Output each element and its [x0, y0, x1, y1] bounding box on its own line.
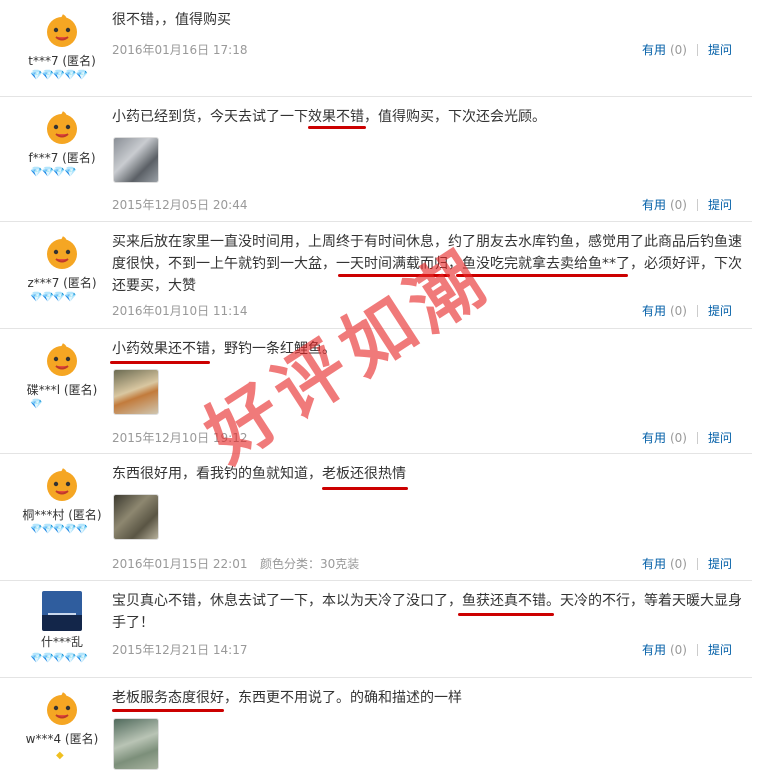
review-text: 东西很好用，看我钓的鱼就知道，老板还很热情 [112, 466, 406, 482]
avatar[interactable] [42, 591, 82, 631]
review-date: 2015年12月05日 20:44 [112, 198, 248, 212]
useful-count: (0) [669, 197, 687, 212]
username: 什***乱 [40, 635, 83, 649]
ask-button[interactable]: 提问 [708, 41, 732, 58]
rating-hearts: 💎💎💎💎💎 [30, 653, 88, 664]
username: w***4 (匿名) [25, 732, 99, 746]
useful-count: (0) [669, 303, 687, 318]
review-item: 什***乱 💎💎💎💎💎 宝贝真心不错，休息去试了一下，本以为天冷了没口了，鱼获还… [0, 581, 752, 678]
username: z***7 (匿名) [27, 276, 97, 290]
highlight-underline [322, 487, 408, 490]
user-avatar-icon [42, 591, 82, 631]
ask-button[interactable]: 提问 [708, 555, 732, 572]
divider [696, 431, 698, 444]
useful-button[interactable]: 有用 [642, 429, 666, 446]
ask-button[interactable]: 提问 [708, 641, 732, 658]
rating-hearts: 💎💎💎💎💎 [30, 524, 88, 535]
review-actions: 有用 (0) 提问 [642, 302, 732, 319]
useful-button[interactable]: 有用 [642, 196, 666, 213]
review-date: 2016年01月15日 22:01 [112, 557, 248, 571]
useful-button[interactable]: 有用 [642, 302, 666, 319]
divider [696, 557, 698, 570]
review-actions: 有用 (0) 提问 [642, 429, 732, 446]
avatar[interactable] [42, 232, 82, 272]
username: t***7 (匿名) [28, 54, 96, 68]
user-avatar-icon [42, 107, 82, 147]
divider [696, 304, 698, 317]
review-photo[interactable] [113, 494, 159, 540]
ask-button[interactable]: 提问 [708, 196, 732, 213]
useful-count: (0) [669, 642, 687, 657]
review-item: w***4 (匿名) ◆ 老板服务态度很好，东西更不用说了。的确和描述的一样 [0, 678, 752, 774]
avatar[interactable] [42, 339, 82, 379]
review-date: 2015年12月21日 14:17 [112, 643, 248, 657]
review-item: f***7 (匿名) 💎💎💎💎 小药已经到货，今天去试了一下效果不错，值得购买，… [0, 97, 752, 222]
rating-diamond: ◆ [56, 750, 64, 761]
review-text: 很不错，，值得购买 [112, 12, 231, 28]
ask-button[interactable]: 提问 [708, 429, 732, 446]
review-text: 老板服务态度很好，东西更不用说了。的确和描述的一样 [112, 690, 462, 706]
review-text: 宝贝真心不错，休息去试了一下，本以为天冷了没口了，鱼获还真不错。天冷的不行，等着… [112, 593, 742, 631]
highlight-underline [110, 361, 210, 364]
avatar[interactable] [42, 688, 82, 728]
useful-count: (0) [669, 430, 687, 445]
review-photo[interactable] [113, 718, 159, 770]
review-date: 2016年01月16日 17:18 [112, 43, 248, 57]
review-actions: 有用 (0) 提问 [642, 555, 732, 572]
rating-hearts: 💎 [30, 399, 42, 410]
username: 桐***村 (匿名) [22, 508, 102, 522]
useful-button[interactable]: 有用 [642, 641, 666, 658]
divider [696, 198, 698, 211]
user-avatar-icon [42, 10, 82, 50]
user-avatar-icon [42, 688, 82, 728]
review-date: 2016年01月10日 11:14 [112, 304, 248, 318]
avatar[interactable] [42, 464, 82, 504]
review-text: 小药已经到货，今天去试了一下效果不错，值得购买，下次还会光顾。 [112, 109, 546, 125]
review-photo[interactable] [113, 369, 159, 415]
highlight-underline [458, 613, 554, 616]
review-actions: 有用 (0) 提问 [642, 41, 732, 58]
useful-count: (0) [669, 42, 687, 57]
review-actions: 有用 (0) 提问 [642, 641, 732, 658]
highlight-underline [308, 126, 366, 129]
review-item: t***7 (匿名) 💎💎💎💎💎 很不错，，值得购买 2016年01月16日 1… [0, 0, 752, 97]
useful-count: (0) [669, 556, 687, 571]
user-avatar-icon [42, 339, 82, 379]
divider [696, 643, 698, 656]
review-photo[interactable] [113, 137, 159, 183]
divider [696, 43, 698, 56]
highlight-underline [112, 709, 224, 712]
avatar[interactable] [42, 107, 82, 147]
username: 碟***l (匿名) [26, 383, 98, 397]
rating-hearts: 💎💎💎💎 [30, 167, 77, 178]
review-item: 桐***村 (匿名) 💎💎💎💎💎 东西很好用，看我钓的鱼就知道，老板还很热情 2… [0, 454, 752, 581]
useful-button[interactable]: 有用 [642, 555, 666, 572]
avatar[interactable] [42, 10, 82, 50]
ask-button[interactable]: 提问 [708, 302, 732, 319]
rating-hearts: 💎💎💎💎💎 [30, 70, 88, 81]
user-avatar-icon [42, 232, 82, 272]
useful-button[interactable]: 有用 [642, 41, 666, 58]
variant-info: 颜色分类：30克装 [260, 557, 360, 571]
username: f***7 (匿名) [28, 151, 96, 165]
review-actions: 有用 (0) 提问 [642, 196, 732, 213]
user-avatar-icon [42, 464, 82, 504]
rating-hearts: 💎💎💎💎 [30, 292, 77, 303]
